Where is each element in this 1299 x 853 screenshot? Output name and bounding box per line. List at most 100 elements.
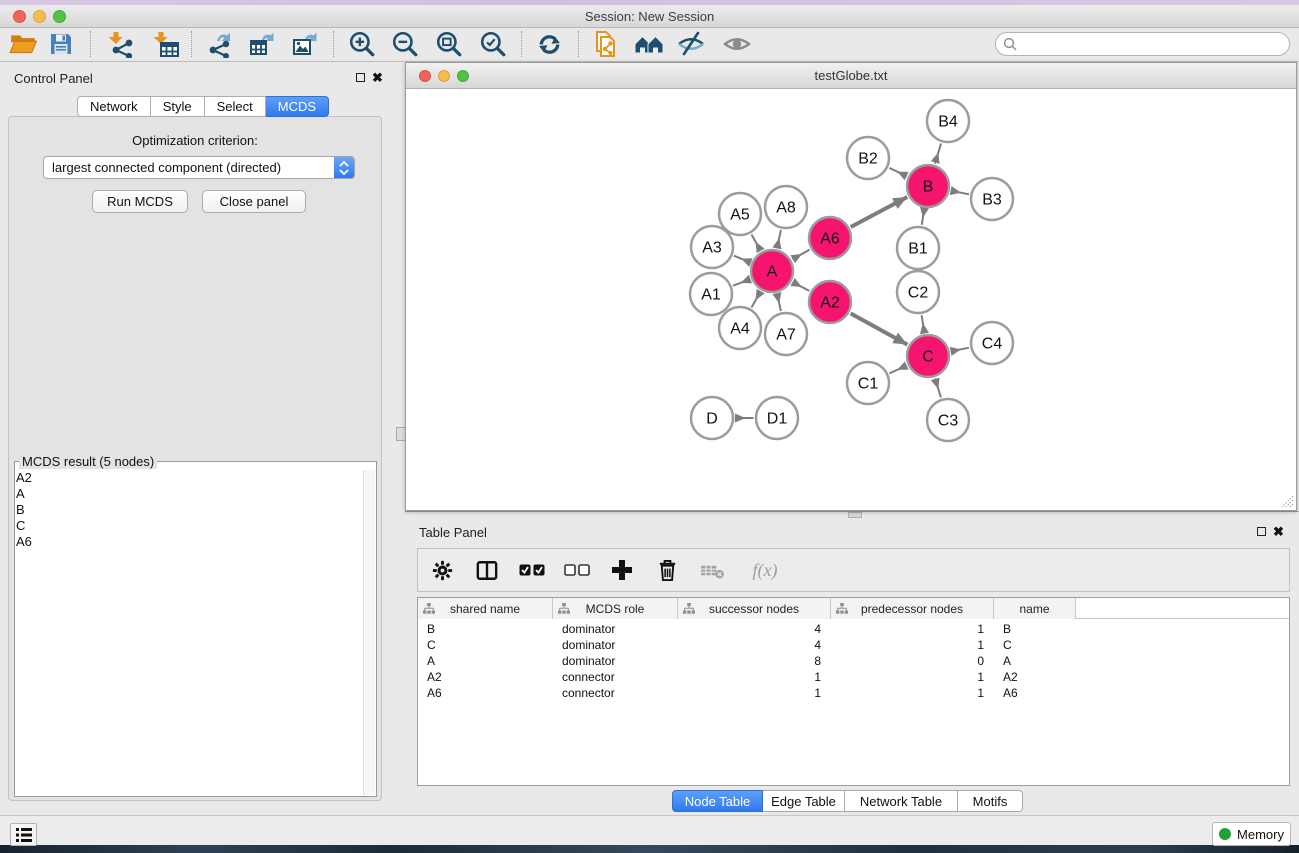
float-table-panel-icon[interactable] (1257, 527, 1266, 536)
column-header-shared-name[interactable]: shared name (418, 598, 553, 619)
table-row-A2[interactable]: A2connector11A2 (418, 669, 1289, 685)
table-row-A[interactable]: Adominator80A (418, 653, 1289, 669)
table-cell[interactable]: 0 (831, 653, 994, 669)
table-row-C[interactable]: Cdominator41C (418, 637, 1289, 653)
mcds-result-item[interactable]: B (16, 502, 32, 518)
network-canvas[interactable]: A5A8A3A1A4A7AA6A2BB2B4B3B1CC2C4C1C3DD1 (406, 89, 1296, 510)
table-cell[interactable]: C (994, 637, 1076, 653)
table-cell[interactable]: connector (553, 669, 678, 685)
memory-button[interactable]: Memory (1212, 822, 1291, 846)
table-cell[interactable]: 1 (831, 669, 994, 685)
table-cell[interactable]: C (418, 637, 553, 653)
unselect-all-columns-button[interactable] (563, 555, 591, 585)
tab-network[interactable]: Network (77, 96, 151, 117)
tab-motifs[interactable]: Motifs (958, 790, 1023, 812)
table-cell[interactable]: 4 (678, 621, 831, 637)
home-button[interactable] (630, 28, 668, 60)
table-cell[interactable]: 1 (831, 685, 994, 701)
horizontal-split-grip[interactable] (848, 512, 862, 518)
show-details-button[interactable] (718, 28, 756, 60)
toggle-panes-button[interactable] (473, 555, 501, 585)
mcds-result-item[interactable]: A (16, 486, 32, 502)
column-header-predecessor-nodes[interactable]: predecessor nodes (831, 598, 994, 619)
search-field[interactable] (995, 32, 1290, 56)
table-cell[interactable]: A (418, 653, 553, 669)
column-header-successor-nodes[interactable]: successor nodes (678, 598, 831, 619)
select-all-columns-button[interactable] (518, 555, 546, 585)
table-cell[interactable]: connector (553, 685, 678, 701)
new-network-file-button[interactable] (587, 28, 625, 60)
table-cell[interactable]: 1 (831, 621, 994, 637)
zoom-in-button[interactable] (343, 28, 381, 60)
table-panel-title: Table Panel (419, 525, 487, 540)
minimize-network-window-button[interactable] (438, 70, 450, 82)
delete-column-button[interactable] (653, 555, 681, 585)
table-row-B[interactable]: Bdominator41B (418, 621, 1289, 637)
hide-details-button[interactable] (672, 28, 710, 60)
save-session-button[interactable] (42, 28, 80, 60)
column-type-icon (558, 603, 570, 614)
close-window-button[interactable] (13, 10, 26, 23)
close-network-window-button[interactable] (419, 70, 431, 82)
window-resize-grip[interactable] (1281, 495, 1294, 508)
mcds-result-item[interactable]: A2 (16, 470, 32, 486)
export-network-button[interactable] (200, 28, 238, 60)
tab-edge-table[interactable]: Edge Table (763, 790, 845, 812)
table-cell[interactable]: dominator (553, 653, 678, 669)
table-settings-button[interactable] (428, 555, 456, 585)
table-cell[interactable]: A2 (418, 669, 553, 685)
export-table-button[interactable] (243, 28, 281, 60)
tab-select[interactable]: Select (205, 96, 266, 117)
zoom-window-button[interactable] (53, 10, 66, 23)
delete-table-button[interactable] (698, 555, 726, 585)
table-cell[interactable]: 4 (678, 637, 831, 653)
tab-style[interactable]: Style (151, 96, 205, 117)
tab-mcds[interactable]: MCDS (266, 96, 329, 117)
run-mcds-button[interactable]: Run MCDS (92, 190, 188, 213)
network-window-titlebar: testGlobe.txt (406, 63, 1296, 89)
tab-network-table[interactable]: Network Table (845, 790, 958, 812)
float-panel-icon[interactable] (356, 73, 365, 82)
tab-node-table[interactable]: Node Table (672, 790, 763, 812)
dropdown-stepper-icon (334, 157, 354, 178)
create-column-button[interactable] (608, 555, 636, 585)
close-panel-icon[interactable]: ✖ (372, 72, 383, 83)
close-panel-button[interactable]: Close panel (202, 190, 306, 213)
zoom-network-window-button[interactable] (457, 70, 469, 82)
function-builder-button[interactable]: f(x) (743, 555, 787, 585)
table-cell[interactable]: dominator (553, 637, 678, 653)
result-scrollbar[interactable] (363, 470, 375, 795)
zoom-out-button[interactable] (386, 28, 424, 60)
table-cell[interactable]: dominator (553, 621, 678, 637)
import-table-button[interactable] (147, 28, 185, 60)
import-network-button[interactable] (102, 28, 140, 60)
open-session-button[interactable] (4, 28, 42, 60)
table-cell[interactable]: 1 (678, 685, 831, 701)
table-row-A6[interactable]: A6connector11A6 (418, 685, 1289, 701)
table-cell[interactable]: A (994, 653, 1076, 669)
column-header-name[interactable]: name (994, 598, 1076, 619)
table-cell[interactable]: 8 (678, 653, 831, 669)
search-input[interactable] (1021, 37, 1289, 51)
table-cell[interactable]: A6 (418, 685, 553, 701)
column-header-MCDS-role[interactable]: MCDS role (553, 598, 678, 619)
table-cell[interactable]: A6 (994, 685, 1076, 701)
export-image-button[interactable] (286, 28, 324, 60)
refresh-button[interactable] (530, 28, 568, 60)
criterion-dropdown[interactable]: largest connected component (directed) (43, 156, 355, 179)
zoom-selected-button[interactable] (474, 28, 512, 60)
table-cell[interactable]: A2 (994, 669, 1076, 685)
mcds-result-item[interactable]: C (16, 518, 32, 534)
table-panel-window-buttons: ✖ (1257, 526, 1284, 537)
graph-node-label: A2 (820, 295, 840, 312)
table-cell[interactable]: B (994, 621, 1076, 637)
minimize-window-button[interactable] (33, 10, 46, 23)
close-table-panel-icon[interactable]: ✖ (1273, 526, 1284, 537)
mcds-result-item[interactable]: A6 (16, 534, 32, 550)
table-cell[interactable]: 1 (678, 669, 831, 685)
table-cell[interactable]: 1 (831, 637, 994, 653)
zoom-fit-button[interactable] (430, 28, 468, 60)
task-history-button[interactable] (10, 823, 37, 846)
table-cell[interactable]: B (418, 621, 553, 637)
column-header-label: name (1019, 602, 1049, 616)
